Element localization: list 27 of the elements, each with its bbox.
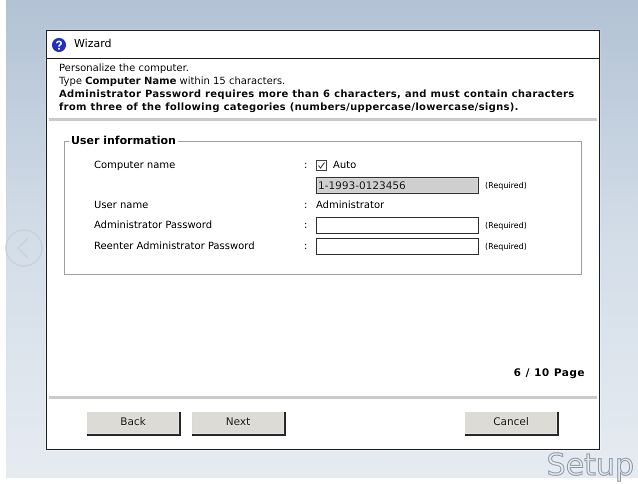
help-icon	[52, 38, 66, 52]
required-note: (Required)	[485, 240, 527, 252]
colon-separator: :	[304, 241, 308, 252]
auto-checkbox[interactable]	[316, 160, 327, 171]
password-field[interactable]	[316, 238, 479, 255]
instruction-text: Personalize the computer.	[59, 62, 190, 75]
required-note: (Required)	[485, 220, 527, 232]
wizard-button[interactable]: Back	[87, 412, 181, 436]
instruction-text: Administrator Password requires more than 6 characters, and must contain characters from three of the following categories (numbers/uppercase/lowercase/signs).	[59, 88, 576, 114]
page-indicator: 6 / 10 Page	[514, 366, 585, 382]
window-title: Wizard	[74, 36, 112, 52]
field-label: Reenter Administrator Password	[94, 241, 255, 252]
password-field[interactable]	[316, 217, 479, 234]
computer-name-field: 1-1993-0123456	[316, 177, 479, 194]
field-label: User name	[94, 200, 148, 211]
colon-separator: :	[304, 160, 308, 171]
field-label: Computer name	[94, 160, 176, 171]
colon-separator: :	[304, 200, 308, 211]
field-label: Administrator Password	[94, 220, 212, 231]
wizard-button[interactable]: Next	[192, 412, 286, 436]
wizard-button[interactable]: Cancel	[465, 412, 559, 436]
required-note: (Required)	[485, 180, 527, 192]
instruction-text: Type Computer Name within 15 characters.	[59, 75, 286, 88]
field-value: Administrator	[316, 199, 384, 213]
setup-logo: Setup	[546, 451, 634, 481]
colon-separator: :	[304, 220, 308, 231]
checkbox-label: Auto	[333, 159, 356, 173]
